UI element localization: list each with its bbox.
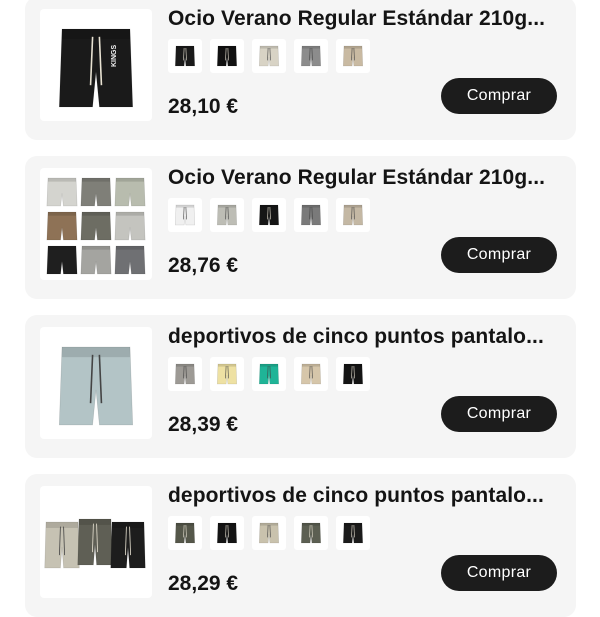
- product-image[interactable]: [40, 168, 152, 280]
- product-title[interactable]: Ocio Verano Regular Estándar 210g...: [168, 7, 558, 31]
- product-title[interactable]: Ocio Verano Regular Estándar 210g...: [168, 166, 558, 190]
- color-swatch-sand[interactable]: [336, 198, 370, 232]
- buy-button[interactable]: Comprar: [441, 555, 557, 591]
- color-swatch-black[interactable]: [210, 516, 244, 550]
- color-swatch-dark-grey[interactable]: [294, 198, 328, 232]
- product-price: 28,76 €: [168, 254, 239, 277]
- color-swatch-oat[interactable]: [294, 357, 328, 391]
- product-price: 28,29 €: [168, 572, 239, 595]
- color-swatch-olive[interactable]: [168, 516, 202, 550]
- color-swatch-black[interactable]: [252, 198, 286, 232]
- color-swatch-stone[interactable]: [252, 516, 286, 550]
- color-swatch-teal[interactable]: [252, 357, 286, 391]
- buy-button[interactable]: Comprar: [441, 396, 557, 432]
- product-price: 28,39 €: [168, 413, 239, 436]
- color-swatch-grey[interactable]: [168, 357, 202, 391]
- product-card[interactable]: deportivos de cinco puntos pantalo... 28,…: [25, 315, 576, 458]
- product-image[interactable]: KINGS: [40, 9, 152, 121]
- product-title[interactable]: deportivos de cinco puntos pantalo...: [168, 325, 558, 349]
- product-image[interactable]: [40, 486, 152, 598]
- product-price: 28,10 €: [168, 95, 239, 118]
- product-title[interactable]: deportivos de cinco puntos pantalo...: [168, 484, 558, 508]
- color-swatch-pale-yellow[interactable]: [210, 357, 244, 391]
- color-swatch-black-2[interactable]: [336, 516, 370, 550]
- product-card[interactable]: Ocio Verano Regular Estándar 210g... 28,7…: [25, 156, 576, 299]
- color-swatch-beige[interactable]: [336, 39, 370, 73]
- print-text: KINGS: [111, 44, 118, 67]
- product-card[interactable]: deportivos de cinco puntos pantalo... 28,…: [25, 474, 576, 617]
- color-swatch-army[interactable]: [294, 516, 328, 550]
- product-card[interactable]: KINGS Ocio Verano Regular Estándar 210g..…: [25, 0, 576, 140]
- color-swatch-white[interactable]: [168, 198, 202, 232]
- color-swatch-cream[interactable]: [252, 39, 286, 73]
- buy-button[interactable]: Comprar: [441, 78, 557, 114]
- product-image[interactable]: [40, 327, 152, 439]
- color-swatch-grey[interactable]: [294, 39, 328, 73]
- color-swatch-black[interactable]: [336, 357, 370, 391]
- color-swatch-light-grey[interactable]: [210, 198, 244, 232]
- color-swatch-black-plain[interactable]: [210, 39, 244, 73]
- buy-button[interactable]: Comprar: [441, 237, 557, 273]
- color-swatch-black-print[interactable]: [168, 39, 202, 73]
